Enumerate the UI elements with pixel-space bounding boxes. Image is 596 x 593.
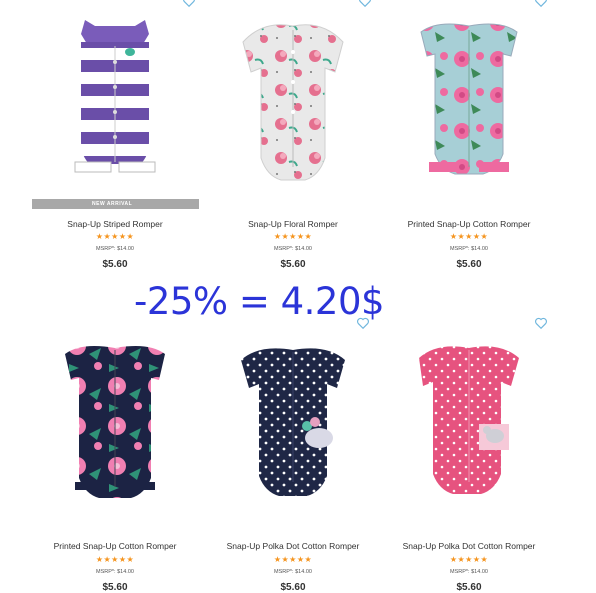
msrp-price: MSRP*: $14.00 xyxy=(96,246,134,252)
sale-price: $5.60 xyxy=(280,582,306,593)
msrp-price: MSRP*: $14.00 xyxy=(274,246,312,252)
rating-stars: ★★★★★ xyxy=(95,555,135,564)
product-image-striped-romper[interactable] xyxy=(25,12,205,192)
msrp-price: MSRP*: $14.00 xyxy=(450,246,488,252)
product-title[interactable]: Snap-Up Floral Romper xyxy=(203,219,383,229)
sale-price: $5.60 xyxy=(280,259,306,270)
product-image-floral-romper[interactable] xyxy=(203,12,383,192)
product-card-6[interactable]: Snap-Up Polka Dot Cotton Romper ★★★★★ MS… xyxy=(379,320,559,593)
msrp-price: MSRP*: $14.00 xyxy=(96,569,134,575)
rating-stars: ★★★★★ xyxy=(95,232,135,241)
product-image-navy-dot-romper[interactable] xyxy=(203,332,383,512)
product-card-3[interactable]: Printed Snap-Up Cotton Romper ★★★★★ MSRP… xyxy=(379,0,559,275)
rating-stars: ★★★★★ xyxy=(449,555,489,564)
msrp-price: MSRP*: $14.00 xyxy=(274,569,312,575)
sale-price: $5.60 xyxy=(456,259,482,270)
product-image-navy-floral-romper[interactable] xyxy=(25,332,205,512)
product-title[interactable]: Snap-Up Striped Romper xyxy=(25,219,205,229)
product-card-4[interactable]: Printed Snap-Up Cotton Romper ★★★★★ MSRP… xyxy=(25,320,205,593)
new-arrival-badge: NEW ARRIVAL xyxy=(32,199,199,209)
rating-stars: ★★★★★ xyxy=(273,555,313,564)
product-card-1[interactable]: Snap-Up Striped Romper ★★★★★ MSRP*: $14.… xyxy=(25,0,205,275)
product-image-printed-romper[interactable] xyxy=(379,12,559,192)
rating-stars: ★★★★★ xyxy=(273,232,313,241)
msrp-price: MSRP*: $14.00 xyxy=(450,569,488,575)
product-title[interactable]: Printed Snap-Up Cotton Romper xyxy=(25,541,205,551)
product-image-pink-dot-romper[interactable] xyxy=(379,332,559,512)
product-card-5[interactable]: Snap-Up Polka Dot Cotton Romper ★★★★★ MS… xyxy=(203,320,383,593)
sale-price: $5.60 xyxy=(102,582,128,593)
sale-price: $5.60 xyxy=(102,259,128,270)
product-title[interactable]: Snap-Up Polka Dot Cotton Romper xyxy=(203,541,383,551)
product-title[interactable]: Snap-Up Polka Dot Cotton Romper xyxy=(379,541,559,551)
rating-stars: ★★★★★ xyxy=(449,232,489,241)
sale-price: $5.60 xyxy=(456,582,482,593)
product-title[interactable]: Printed Snap-Up Cotton Romper xyxy=(379,219,559,229)
discount-promo-text: -25% = 4.20$ xyxy=(134,280,385,323)
product-card-2[interactable]: Snap-Up Floral Romper ★★★★★ MSRP*: $14.0… xyxy=(203,0,383,275)
